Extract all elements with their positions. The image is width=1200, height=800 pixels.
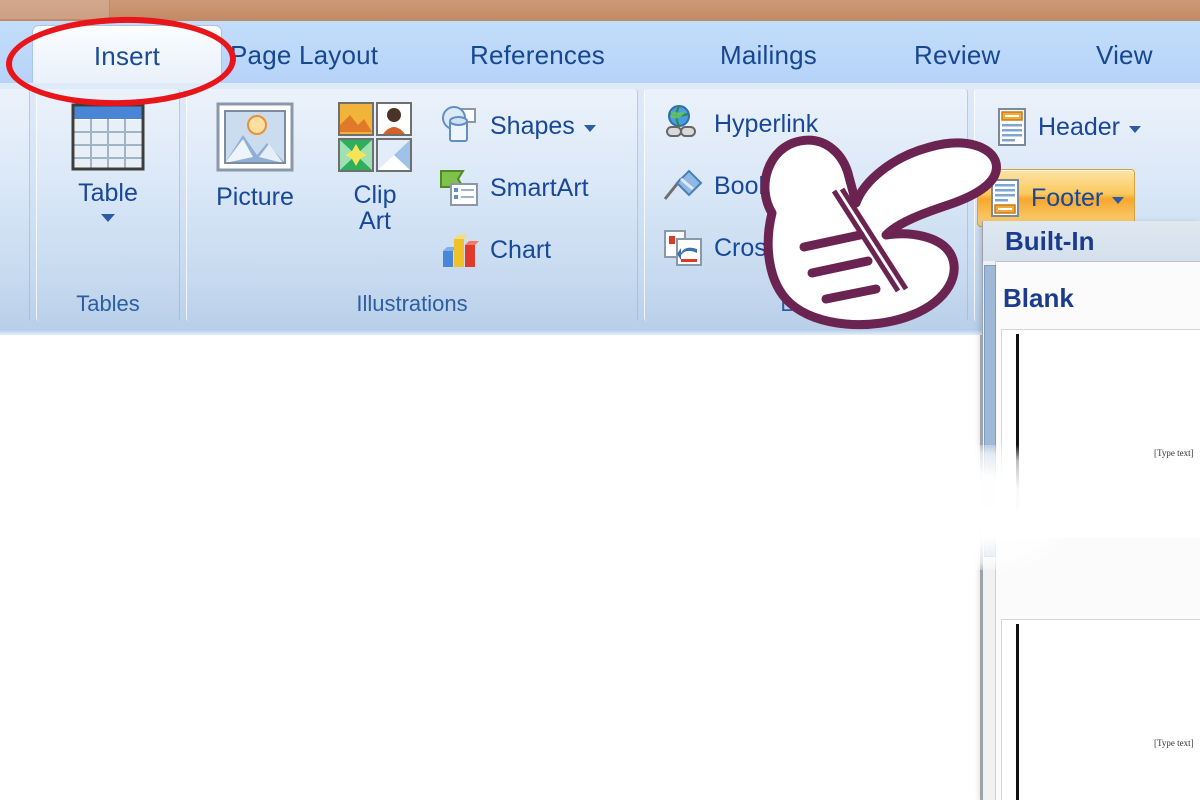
bookmark-icon <box>661 165 705 207</box>
title-bar-tab-shape <box>0 0 110 19</box>
chart-label: Chart <box>490 235 552 264</box>
ribbon-group-tables: Table Tables <box>36 89 180 321</box>
picture-button[interactable]: Picture <box>199 99 311 211</box>
header-label: Header <box>1038 112 1120 141</box>
group-label-illustrations: Illustrations <box>356 291 468 316</box>
table-icon <box>69 101 147 175</box>
table-label: Table <box>78 179 138 207</box>
header-dropdown-caret-icon[interactable] <box>1129 125 1141 133</box>
picture-icon <box>213 99 297 179</box>
table-dropdown-caret-icon[interactable] <box>101 213 115 222</box>
gallery-item-blank-three-columns-placeholder: [Type text] <box>1154 738 1194 748</box>
shapes-label: Shapes <box>490 111 575 140</box>
gallery-section-header-label: Built-In <box>1005 225 1095 256</box>
tab-mailings[interactable]: Mailings <box>702 27 835 83</box>
tab-review[interactable]: Review <box>896 27 1018 83</box>
gallery-item-blank-three-columns-preview: [Type text] <box>1001 619 1200 800</box>
group-label-tables: Tables <box>76 291 140 316</box>
shapes-dropdown-caret-icon[interactable] <box>583 124 596 132</box>
shapes-button[interactable]: Shapes <box>437 105 596 147</box>
chart-icon <box>437 229 481 271</box>
tab-references[interactable]: References <box>452 27 623 83</box>
gallery-section-header-built-in: Built-In <box>983 221 1200 262</box>
smartart-button[interactable]: SmartArt <box>437 167 589 209</box>
chart-button[interactable]: Chart <box>437 229 551 271</box>
gallery-item-blank-title: Blank <box>1003 283 1074 313</box>
gallery-item-blank-placeholder: [Type text] <box>1154 448 1194 458</box>
smartart-icon <box>437 167 481 209</box>
document-canvas[interactable] <box>0 335 982 800</box>
tab-references-label: References <box>470 39 605 70</box>
table-button[interactable]: Table <box>54 101 162 222</box>
smartart-label: SmartArt <box>490 173 589 202</box>
hand-pointer-cursor <box>716 95 1006 335</box>
ribbon-group-partial-left <box>0 89 30 321</box>
hyperlink-icon <box>661 103 705 145</box>
clip-art-button[interactable]: Clip Art <box>323 99 427 234</box>
clip-art-icon <box>335 99 415 177</box>
footer-dropdown-caret-icon[interactable] <box>1112 196 1125 204</box>
title-bar <box>0 0 1200 21</box>
header-button[interactable]: Header <box>995 107 1141 147</box>
word-application-window: Insert Page Layout References Mailings R… <box>0 0 1200 800</box>
tab-view-label: View <box>1096 39 1153 70</box>
picture-label: Picture <box>216 183 294 211</box>
clip-art-label: Clip Art <box>353 181 397 235</box>
cross-reference-icon <box>661 227 705 269</box>
shapes-icon <box>437 105 481 147</box>
tab-view[interactable]: View <box>1078 27 1171 83</box>
tab-page-layout-label: Page Layout <box>230 39 379 70</box>
ribbon-group-illustrations: Picture Clip Art Shapes SmartArt Chart I… <box>186 89 638 321</box>
gallery-divider-space <box>982 508 1200 538</box>
tab-mailings-label: Mailings <box>720 39 817 70</box>
gallery-item-blank-preview: [Type text] <box>1001 329 1200 531</box>
tab-review-label: Review <box>914 39 1001 70</box>
footer-label: Footer <box>1031 183 1104 212</box>
tab-page-layout[interactable]: Page Layout <box>212 27 396 83</box>
